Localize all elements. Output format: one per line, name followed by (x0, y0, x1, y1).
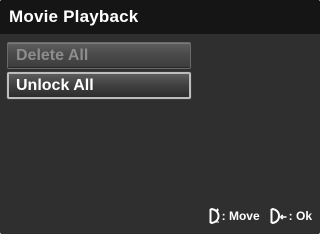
move-label: : Move (221, 209, 260, 223)
title-bar: Movie Playback (0, 0, 320, 34)
move-hint: : Move (209, 207, 260, 225)
unlock-all-label: Unlock All (16, 77, 94, 94)
menu-list: Delete All Unlock All (7, 42, 191, 102)
camera-menu-screen: Movie Playback Delete All Unlock All : M… (0, 0, 320, 234)
footer-hints: : Move : Ok (209, 206, 312, 226)
ok-label: : Ok (288, 209, 312, 223)
unlock-all-menu-item[interactable]: Unlock All (7, 72, 191, 99)
dpad-up-down-icon (209, 207, 221, 225)
delete-all-label: Delete All (16, 47, 89, 64)
delete-all-menu-item[interactable]: Delete All (7, 42, 191, 69)
dpad-enter-icon (270, 207, 288, 225)
page-title: Movie Playback (9, 7, 139, 26)
ok-hint: : Ok (270, 207, 312, 225)
